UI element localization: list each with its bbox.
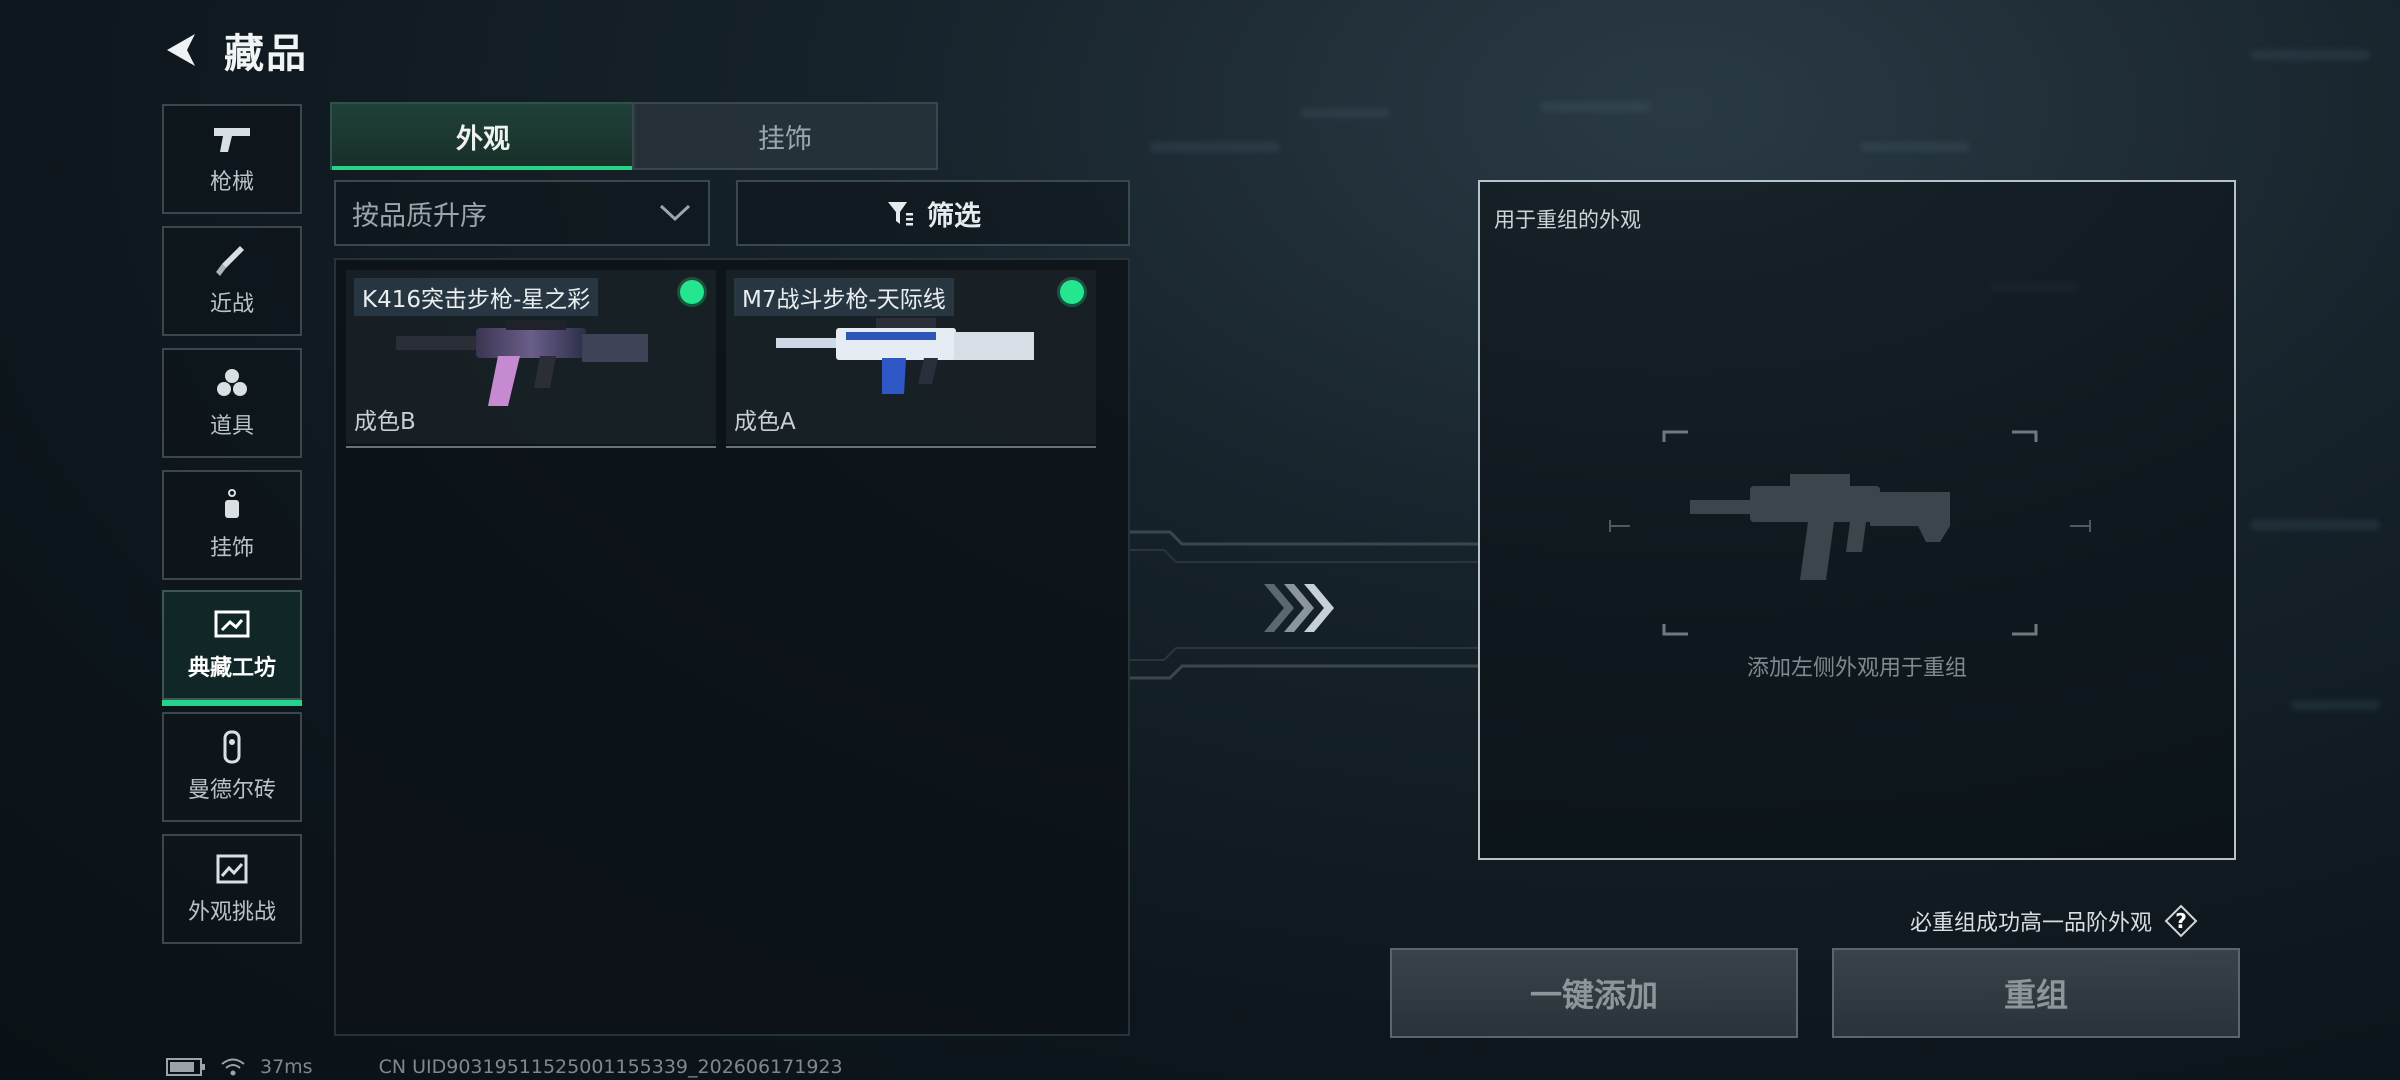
triple-chevron-icon [1264, 584, 1334, 632]
m7-rifle-image [776, 318, 1034, 394]
item-grade: 成色B [354, 409, 416, 435]
status-bar: 37ms CN UID903195115250011553​39_2026061… [166, 1056, 843, 1078]
tab-charm[interactable]: 挂饰 [632, 102, 938, 170]
reorg-hint: 添加左侧外观用于重组 [1746, 656, 1967, 681]
back-arrow-icon[interactable] [160, 29, 202, 71]
nav-label: 曼德尔砖 [187, 778, 276, 803]
nav-label: 枪械 [209, 170, 254, 195]
mandel-brick-icon [223, 730, 241, 764]
nav-label: 典藏工坊 [187, 656, 276, 681]
sort-dropdown[interactable]: 按品质升序 [334, 180, 710, 246]
empty-slot-placeholder [1609, 430, 2091, 636]
filter-button[interactable]: 筛选 [736, 180, 1130, 246]
workshop-frame-icon [214, 610, 250, 638]
filter-icon [888, 202, 913, 226]
nav-item-appearance-challenge[interactable]: 外观挑战 [162, 834, 302, 944]
reorg-button[interactable]: 重组 [1832, 948, 2240, 1038]
page-header: 藏品 [160, 22, 308, 78]
knife-icon [216, 246, 244, 276]
battery-icon [166, 1058, 205, 1076]
page-title: 藏品 [224, 31, 308, 77]
nav-label: 外观挑战 [187, 900, 276, 925]
sort-label: 按品质升序 [352, 200, 487, 232]
card-divider [726, 446, 1096, 448]
status-dot [1060, 280, 1084, 304]
guarantee-row: 必重组成功高一品阶外观 ? [1910, 904, 2198, 938]
status-dot [680, 280, 704, 304]
card-divider [346, 446, 716, 448]
guarantee-text: 必重组成功高一品阶外观 [1910, 911, 2153, 936]
add-all-button[interactable]: 一键添加 [1390, 948, 1798, 1038]
grenade-icon [217, 369, 247, 396]
filter-label: 筛选 [927, 200, 981, 232]
nav-item-melee[interactable]: 近战 [162, 226, 302, 336]
nav-label: 道具 [209, 414, 254, 439]
tab-appearance[interactable]: 外观 [330, 102, 636, 170]
nav-item-firearms[interactable]: 枪械 [162, 104, 302, 214]
ping-text: 37ms [260, 1056, 313, 1078]
reorg-panel-title: 用于重组的外观 [1494, 208, 1641, 232]
nav-item-mandel-brick[interactable]: 曼德尔砖 [162, 712, 302, 822]
nav-label: 近战 [209, 292, 254, 317]
item-card[interactable]: K416突击步枪-星之彩 成色B [346, 270, 716, 448]
rifle-silhouette-icon [1690, 474, 1950, 580]
wifi-icon [221, 1058, 245, 1076]
nav-item-charms[interactable]: 挂饰 [162, 470, 302, 580]
item-grade: 成色A [734, 409, 796, 435]
svg-text:?: ? [2175, 909, 2187, 933]
item-card[interactable]: M7战斗步枪-天际线 成色A [726, 270, 1096, 448]
pistol-icon [214, 128, 250, 152]
nav-item-workshop[interactable]: 典藏工坊 [162, 590, 302, 706]
k416-rifle-image [396, 320, 648, 406]
chevron-down-icon [659, 204, 691, 222]
challenge-image-icon [216, 854, 248, 884]
help-icon[interactable]: ? [2164, 904, 2198, 938]
uid-text: CN UID903195115250011553​39_202606171923 [378, 1056, 843, 1078]
add-all-label: 一键添加 [1529, 976, 1658, 1014]
charm-icon [225, 489, 239, 518]
nav-item-gear[interactable]: 道具 [162, 348, 302, 458]
reorg-label: 重组 [2003, 976, 2068, 1014]
nav-label: 挂饰 [209, 536, 254, 561]
